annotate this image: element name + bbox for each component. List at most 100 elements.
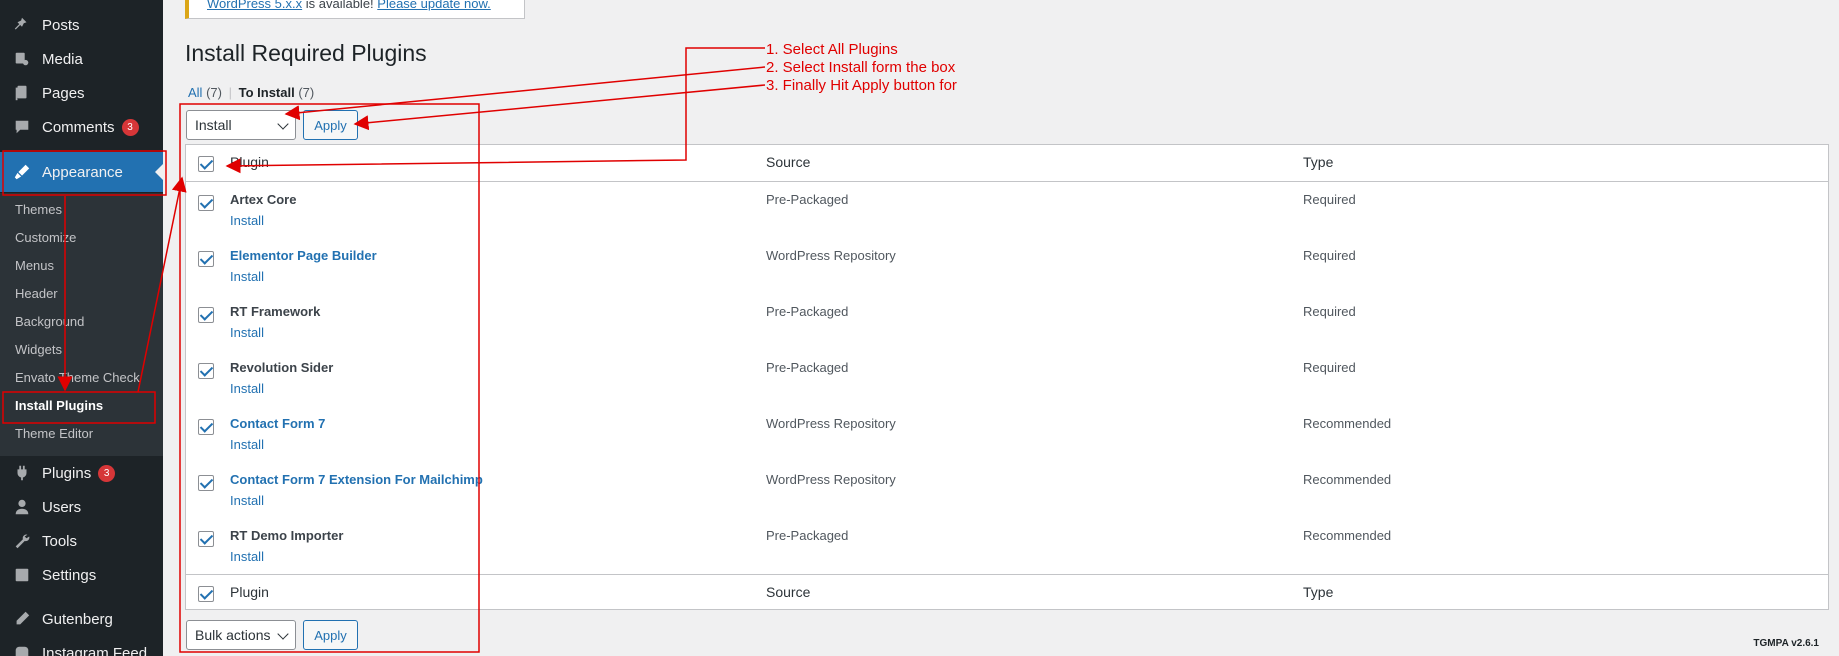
brush-icon	[12, 162, 32, 182]
plugin-source: Pre-Packaged	[766, 528, 849, 543]
menu-pages[interactable]: Pages	[0, 76, 163, 110]
appearance-submenu: Themes Customize Menus Header Background…	[0, 193, 163, 456]
submenu-widgets[interactable]: Widgets	[15, 342, 62, 357]
view-all-count: (7)	[206, 85, 222, 100]
bulk-action-select-top[interactable]: Install	[186, 110, 296, 140]
submenu-customize[interactable]: Customize	[15, 230, 76, 245]
plugin-source: WordPress Repository	[766, 416, 896, 431]
apply-button-top[interactable]: Apply	[303, 110, 358, 140]
update-notice: WordPress 5.x.x is available! Please upd…	[185, 0, 525, 19]
row-checkbox[interactable]	[198, 419, 214, 435]
install-link[interactable]: Install	[230, 325, 264, 340]
submenu-themes[interactable]: Themes	[15, 202, 62, 217]
menu-comments-label: Comments	[42, 118, 115, 136]
comments-count-badge: 3	[121, 118, 139, 136]
menu-tools[interactable]: Tools	[0, 524, 163, 558]
table-row: RT Demo Importer Install Pre-Packaged Re…	[186, 518, 1828, 574]
submenu-background[interactable]: Background	[15, 314, 84, 329]
plugin-name: Revolution Sider	[230, 360, 334, 375]
table-row: Elementor Page Builder Install WordPress…	[186, 238, 1828, 294]
menu-plugins[interactable]: Plugins 3	[0, 456, 163, 490]
menu-comments[interactable]: Comments 3	[0, 110, 163, 144]
install-link[interactable]: Install	[230, 493, 264, 508]
notice-text: is available!	[302, 0, 378, 11]
table-row: RT Framework Install Pre-Packaged Requir…	[186, 294, 1828, 350]
install-link[interactable]: Install	[230, 213, 264, 228]
install-link[interactable]: Install	[230, 549, 264, 564]
pencil-icon	[12, 609, 32, 629]
bulk-action-select-bottom[interactable]: Bulk actions	[186, 620, 296, 650]
admin-sidebar: Posts Media Pages Comments 3 Appearance …	[0, 0, 163, 656]
submenu-menus[interactable]: Menus	[15, 258, 54, 273]
menu-instagram-label: Instagram Feed	[42, 644, 148, 656]
settings-icon	[12, 565, 32, 585]
install-link[interactable]: Install	[230, 437, 264, 452]
table-row: Contact Form 7 Install WordPress Reposit…	[186, 406, 1828, 462]
plugin-name-link[interactable]: Contact Form 7 Extension For Mailchimp	[230, 472, 483, 487]
pin-icon	[12, 15, 32, 35]
column-footer-plugin[interactable]: Plugin	[230, 584, 269, 600]
row-checkbox[interactable]	[198, 363, 214, 379]
menu-users-label: Users	[42, 498, 82, 516]
view-all-link[interactable]: All	[188, 85, 202, 100]
plugin-type: Required	[1303, 360, 1356, 375]
install-link[interactable]: Install	[230, 381, 264, 396]
column-header-plugin[interactable]: Plugin	[230, 154, 269, 170]
row-checkbox[interactable]	[198, 195, 214, 211]
plug-icon	[12, 463, 32, 483]
select-all-checkbox-footer[interactable]	[198, 586, 214, 602]
bulk-action-select-bottom-value: Bulk actions	[195, 627, 271, 643]
arrow-apply	[353, 84, 766, 131]
view-separator: |	[228, 85, 232, 100]
row-checkbox[interactable]	[198, 475, 214, 491]
plugin-source: WordPress Repository	[766, 248, 896, 263]
plugin-type: Required	[1303, 248, 1356, 263]
submenu-envato-theme-check[interactable]: Envato Theme Check	[15, 370, 140, 385]
select-all-checkbox[interactable]	[198, 156, 214, 172]
view-filters: All (7) | To Install (7)	[188, 85, 314, 100]
column-header-source: Source	[766, 154, 811, 170]
apply-button-bottom[interactable]: Apply	[303, 620, 358, 650]
pages-icon	[12, 83, 32, 103]
view-to-install-count: (7)	[298, 85, 315, 100]
media-icon	[12, 49, 32, 69]
plugin-type: Required	[1303, 192, 1356, 207]
menu-media[interactable]: Media	[0, 42, 163, 76]
annotation-step-2: 2. Select Install form the box	[766, 59, 956, 76]
tgmpa-version: TGMPA v2.6.1	[1753, 638, 1819, 649]
table-footer-row: Plugin Source Type	[186, 575, 1828, 611]
notice-version-link[interactable]: WordPress 5.x.x	[207, 0, 302, 11]
plugin-name-link[interactable]: Contact Form 7	[230, 416, 325, 431]
menu-users[interactable]: Users	[0, 490, 163, 524]
submenu-install-plugins[interactable]: Install Plugins	[15, 398, 103, 413]
row-checkbox[interactable]	[198, 307, 214, 323]
menu-instagram-feed[interactable]: Instagram Feed	[0, 636, 163, 656]
user-icon	[12, 497, 32, 517]
table-header-row: Plugin Source Type	[186, 145, 1828, 181]
menu-settings[interactable]: Settings	[0, 558, 163, 592]
menu-gutenberg-label: Gutenberg	[42, 610, 113, 628]
table-row: Revolution Sider Install Pre-Packaged Re…	[186, 350, 1828, 406]
menu-settings-label: Settings	[42, 566, 97, 584]
row-checkbox[interactable]	[198, 251, 214, 267]
submenu-header[interactable]: Header	[15, 286, 58, 301]
plugin-type: Required	[1303, 304, 1356, 319]
plugin-name: RT Demo Importer	[230, 528, 344, 543]
submenu-theme-editor[interactable]: Theme Editor	[15, 426, 93, 441]
install-link[interactable]: Install	[230, 269, 264, 284]
arrow-select-install	[284, 66, 766, 121]
comment-icon	[12, 117, 32, 137]
row-checkbox[interactable]	[198, 531, 214, 547]
plugin-source: Pre-Packaged	[766, 360, 849, 375]
table-row: Contact Form 7 Extension For Mailchimp I…	[186, 462, 1828, 518]
table-row: Artex Core Install Pre-Packaged Required	[186, 182, 1828, 238]
column-header-type: Type	[1303, 154, 1334, 170]
plugin-name-link[interactable]: Elementor Page Builder	[230, 248, 377, 263]
menu-gutenberg[interactable]: Gutenberg	[0, 602, 163, 636]
menu-media-label: Media	[42, 50, 83, 68]
view-to-install-label[interactable]: To Install	[239, 85, 295, 100]
menu-appearance[interactable]: Appearance	[0, 152, 163, 192]
menu-posts[interactable]: Posts	[0, 8, 163, 42]
annotation-step-1: 1. Select All Plugins	[766, 41, 898, 58]
notice-update-link[interactable]: Please update now.	[377, 0, 490, 11]
